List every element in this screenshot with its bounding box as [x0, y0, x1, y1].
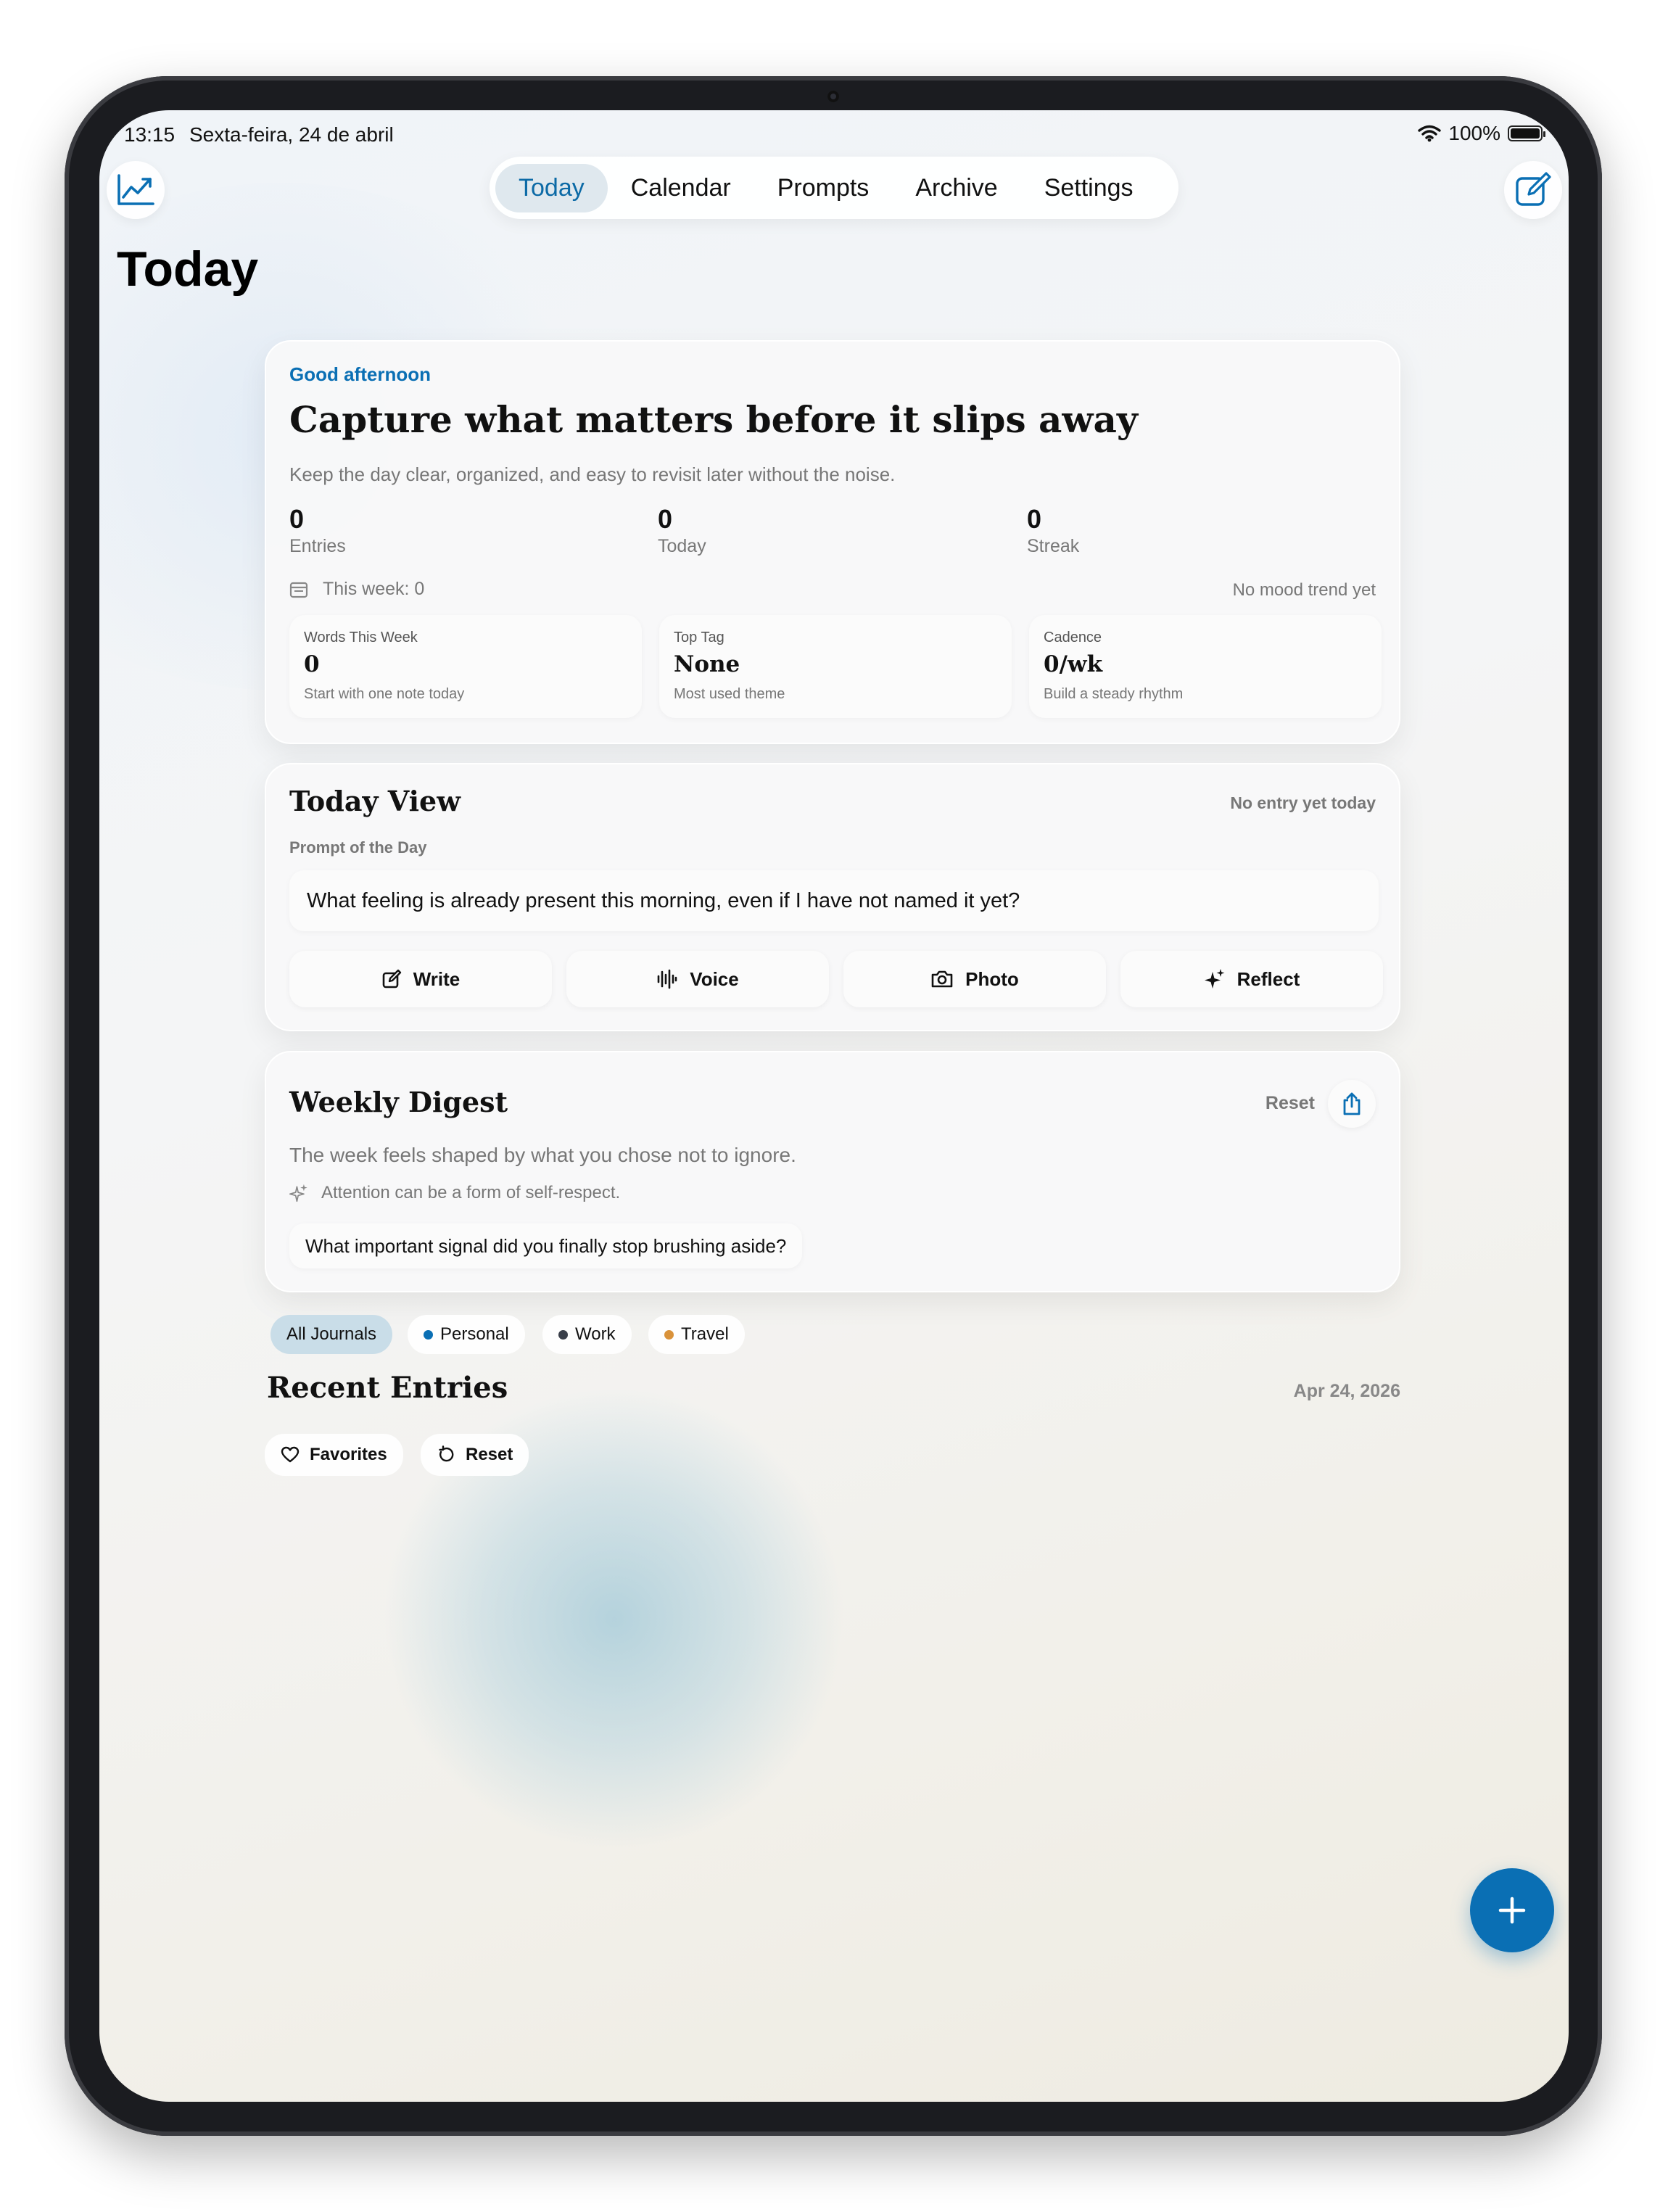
compose-icon	[1516, 172, 1551, 206]
mini-value: 0	[304, 651, 320, 677]
mini-label: Cadence	[1044, 630, 1102, 645]
battery-icon	[1508, 125, 1545, 141]
digest-question[interactable]: What important signal did you finally st…	[289, 1223, 803, 1268]
digest-insight: Attention can be a form of self-respect.	[321, 1183, 621, 1202]
tab-archive[interactable]: Archive	[892, 164, 1020, 212]
status-date: Sexta-feira, 24 de abril	[189, 123, 394, 146]
greeting: Good afternoon	[289, 363, 431, 385]
page-title: Today	[117, 242, 259, 297]
recent-reset-button[interactable]: Reset	[421, 1434, 529, 1476]
tab-settings[interactable]: Settings	[1021, 164, 1157, 212]
front-camera	[827, 91, 839, 102]
tab-today[interactable]: Today	[495, 163, 608, 212]
battery-percent: 100%	[1448, 122, 1500, 144]
photo-button[interactable]: Photo	[843, 951, 1106, 1007]
cadence-card: Cadence 0/wk Build a steady rhythm	[1029, 615, 1382, 718]
mini-sub: Start with one note today	[304, 686, 465, 702]
mini-sub: Build a steady rhythm	[1044, 686, 1184, 702]
favorites-label: Favorites	[310, 1445, 387, 1464]
share-button[interactable]	[1328, 1080, 1376, 1128]
voice-label: Voice	[690, 967, 739, 990]
stat-label: Entries	[289, 536, 346, 556]
wifi-icon	[1418, 125, 1442, 142]
filter-personal[interactable]: Personal	[408, 1315, 525, 1354]
reset-label: Reset	[466, 1445, 513, 1464]
status-indicators: 100%	[1418, 122, 1545, 145]
write-button[interactable]: Write	[289, 951, 552, 1007]
summary-card: Good afternoon Capture what matters befo…	[265, 340, 1400, 744]
mini-value: 0/wk	[1044, 651, 1103, 677]
camera-icon	[931, 970, 953, 988]
stat-entries: 0 Entries	[289, 504, 346, 557]
write-icon	[382, 969, 401, 989]
filter-label: Travel	[681, 1324, 729, 1344]
new-entry-button[interactable]	[1504, 161, 1562, 219]
reflect-label: Reflect	[1236, 967, 1300, 990]
work-dot-icon	[558, 1329, 568, 1340]
stat-label: Today	[658, 536, 706, 556]
stat-today: 0 Today	[658, 504, 706, 557]
heart-icon	[281, 1446, 300, 1463]
insights-button[interactable]	[107, 161, 165, 219]
filter-travel[interactable]: Travel	[648, 1315, 745, 1354]
stat-value: 0	[289, 504, 305, 534]
mini-label: Words This Week	[304, 630, 418, 645]
recent-entries-title: Recent Entries	[267, 1371, 508, 1405]
digest-reset-button[interactable]: Reset	[1266, 1093, 1315, 1114]
voice-button[interactable]: Voice	[566, 951, 829, 1007]
prompt-of-the-day[interactable]: What feeling is already present this mor…	[289, 870, 1379, 931]
stat-label: Streak	[1027, 536, 1080, 556]
tab-calendar[interactable]: Calendar	[608, 164, 754, 212]
filter-work[interactable]: Work	[542, 1315, 632, 1354]
digest-insight-row: Attention can be a form of self-respect.	[289, 1183, 620, 1203]
digest-summary: The week feels shaped by what you chose …	[289, 1144, 796, 1166]
chart-trend-icon	[117, 174, 154, 205]
personal-dot-icon	[424, 1329, 433, 1340]
waveform-icon	[657, 969, 677, 989]
filter-label: Work	[575, 1324, 616, 1344]
reset-icon	[439, 1445, 454, 1462]
weekly-digest-card: Weekly Digest Reset The week feels shape…	[265, 1051, 1400, 1292]
status-time: 13:15	[124, 123, 176, 146]
sparkle-icon	[289, 1184, 307, 1202]
plus-icon	[1498, 1897, 1526, 1924]
recent-entries-date: Apr 24, 2026	[1293, 1381, 1400, 1401]
filter-label: Personal	[440, 1324, 509, 1344]
stat-value: 0	[1027, 504, 1042, 534]
share-icon	[1343, 1092, 1361, 1115]
mini-value: None	[674, 651, 740, 677]
today-entry-status: No entry yet today	[1230, 793, 1376, 812]
hero-title: Capture what matters before it slips awa…	[289, 398, 1138, 441]
prompt-label: Prompt of the Day	[289, 838, 427, 857]
this-week-count: This week: 0	[323, 579, 425, 599]
stat-value: 0	[658, 504, 673, 534]
add-entry-fab[interactable]	[1470, 1868, 1554, 1952]
reflect-button[interactable]: Reflect	[1120, 951, 1383, 1007]
mood-trend: No mood trend yet	[1232, 580, 1376, 600]
calendar-icon	[289, 582, 308, 598]
travel-dot-icon	[664, 1329, 674, 1340]
today-view-title: Today View	[289, 785, 461, 817]
top-tab-bar: Today Calendar Prompts Archive Settings	[490, 157, 1178, 219]
hero-subtitle: Keep the day clear, organized, and easy …	[289, 463, 896, 485]
mini-label: Top Tag	[674, 630, 724, 645]
mini-sub: Most used theme	[674, 686, 785, 702]
filter-all-journals[interactable]: All Journals	[271, 1315, 393, 1354]
words-this-week-card: Words This Week 0 Start with one note to…	[289, 615, 642, 718]
weekly-digest-title: Weekly Digest	[289, 1086, 508, 1118]
write-label: Write	[413, 967, 461, 990]
today-view-card: Today View No entry yet today Prompt of …	[265, 763, 1400, 1031]
tab-prompts[interactable]: Prompts	[754, 164, 893, 212]
top-tag-card: Top Tag None Most used theme	[659, 615, 1012, 718]
this-week-row: This week: 0	[289, 579, 424, 600]
sparkle-icon	[1204, 969, 1225, 989]
favorites-button[interactable]: Favorites	[265, 1434, 403, 1476]
app-screen: 13:15 Sexta-feira, 24 de abril 100% Toda…	[99, 110, 1569, 2102]
stat-streak: 0 Streak	[1027, 504, 1079, 557]
filter-label: All Journals	[286, 1324, 377, 1344]
photo-label: Photo	[965, 967, 1019, 990]
